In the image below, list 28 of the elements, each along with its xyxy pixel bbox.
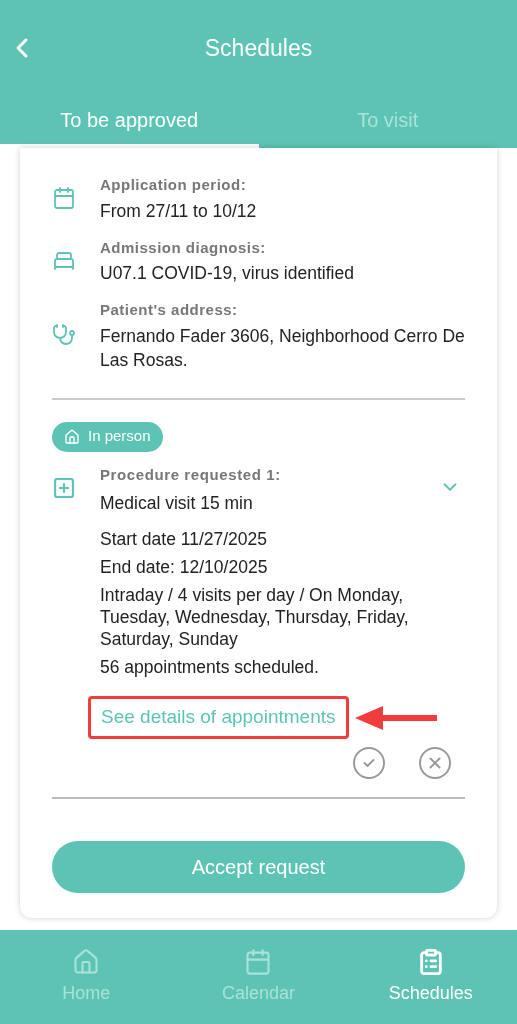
calendar-icon [52, 186, 76, 211]
nav-item[interactable]: Calendar [172, 930, 345, 1024]
field-value: U07.1 COVID-19, virus identified [100, 262, 354, 285]
field-label: Procedure requested 1: [100, 464, 281, 485]
stethoscope-icon [52, 323, 76, 348]
procedure-detail: Intraday / 4 visits per day / On Monday, Tuesday, Wednesday, Thursday, Friday, Saturday, Sunday [100, 584, 410, 651]
accept-request-button[interactable]: Accept request [52, 840, 465, 893]
nav-item[interactable]: Schedules [344, 930, 517, 1024]
procedure-name: Medical visit 15 min [100, 492, 254, 515]
appointments-link[interactable]: See details of appointments [101, 706, 336, 728]
procedure-detail: Start date 11/27/2025 [100, 528, 269, 551]
calendar-icon [244, 948, 273, 976]
screen-title: Schedules [204, 33, 313, 63]
field-value: From 27/11 to 10/12 [100, 199, 257, 223]
approve-icon[interactable] [351, 744, 387, 781]
home-icon [72, 948, 101, 976]
procedure-detail: 56 appointments scheduled. [100, 656, 320, 679]
nav-item[interactable]: Home [0, 930, 173, 1024]
reject-icon[interactable] [417, 744, 453, 781]
home-icon [64, 428, 80, 445]
medical-plus-icon [52, 475, 76, 500]
field-label: Admission diagnosis: [100, 237, 267, 258]
field-label: Patient's address: [100, 300, 239, 320]
field-value: Fernando Fader 3606, Neighborhood Cerro De Las Rosas. [100, 324, 465, 372]
field-label: Application period: [100, 175, 248, 195]
mode-badge: In person [52, 421, 163, 452]
procedure-detail: End date: 12/10/2025 [100, 556, 269, 579]
tab[interactable]: To visit [258, 96, 517, 148]
